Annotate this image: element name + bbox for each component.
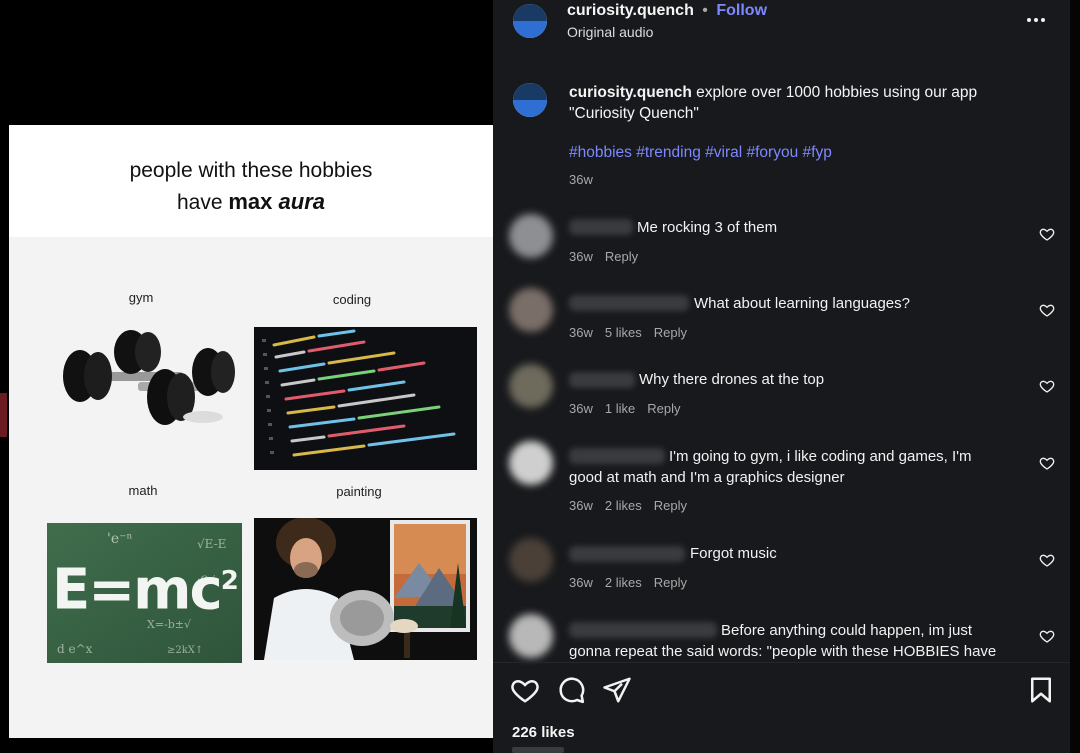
caption-time: 36w — [569, 172, 593, 187]
comment-likes[interactable]: 5 likes — [605, 325, 642, 340]
author-avatar[interactable] — [513, 4, 547, 38]
reply-button[interactable]: Reply — [654, 575, 687, 590]
share-icon[interactable] — [602, 675, 632, 705]
comment-text-cont: gonna repeat the said words: "people wit… — [569, 643, 997, 660]
side-tab — [0, 393, 7, 437]
comment-likes[interactable]: 2 likes — [605, 498, 642, 513]
post-image: people with these hobbies have max aura … — [9, 125, 493, 738]
divider — [493, 662, 1070, 663]
hobby-label-painting: painting — [336, 484, 382, 499]
caption-username[interactable]: curiosity.quench — [569, 84, 692, 101]
commenter-name[interactable] — [569, 372, 635, 388]
commenter-avatar[interactable] — [509, 538, 553, 582]
caption-avatar[interactable] — [513, 83, 547, 117]
comment-text: Why there drones at the top — [639, 371, 825, 388]
comment-like-icon[interactable] — [1039, 302, 1055, 318]
commenter-avatar[interactable] — [509, 214, 553, 258]
svg-text:≥2kX↑: ≥2kX↑ — [167, 645, 203, 656]
commenter-avatar[interactable] — [509, 614, 553, 658]
post-date-partial — [512, 747, 564, 753]
comment-time: 36w — [569, 575, 593, 590]
comment-like-icon[interactable] — [1039, 552, 1055, 568]
window-edge — [1070, 0, 1080, 753]
original-audio-link[interactable]: Original audio — [567, 24, 653, 40]
math-formula: E=mc — [52, 557, 223, 623]
comment-time: 36w — [569, 249, 593, 264]
hobby-label-coding: coding — [332, 292, 372, 307]
caption-hashtags[interactable]: #hobbies #trending #viral #foryou #fyp — [569, 144, 832, 162]
author-username[interactable]: curiosity.quench — [567, 2, 694, 19]
headline-have: have — [176, 191, 229, 214]
comment-time: 36w — [569, 325, 593, 340]
reply-button[interactable]: Reply — [654, 325, 687, 340]
headline-aura: aura — [278, 189, 325, 214]
comment-like-icon[interactable] — [1039, 455, 1055, 471]
hobby-label-math: math — [128, 483, 158, 498]
comment-likes[interactable]: 1 like — [605, 401, 635, 416]
code-screen-image — [254, 327, 477, 470]
comment-likes[interactable]: 2 likes — [605, 575, 642, 590]
reply-button[interactable]: Reply — [647, 401, 680, 416]
svg-text:d e^x: d e^x — [57, 642, 93, 656]
post-header-area: people with these hobbies have max aura — [9, 125, 493, 237]
hobby-label-gym: gym — [128, 290, 154, 305]
dumbbell-image — [53, 327, 243, 457]
likes-count[interactable]: 226 likes — [512, 724, 575, 741]
comment-like-icon[interactable] — [1039, 628, 1055, 644]
comment-text: Forgot music — [690, 545, 777, 562]
commenter-name[interactable] — [569, 295, 689, 311]
chalkboard-image: 'e⁻ⁿ √E-E :Ω√ d e^x X=-b±√ ≥2kX↑ E=mc2 — [47, 523, 242, 663]
commenter-avatar[interactable] — [509, 364, 553, 408]
painter-image — [254, 518, 477, 660]
commenter-avatar[interactable] — [509, 441, 553, 485]
math-exponent: 2 — [220, 566, 239, 596]
comment-icon[interactable] — [556, 675, 586, 705]
headline-line1: people with these hobbies — [129, 159, 373, 182]
caption-text: curiosity.quench explore over 1000 hobbi… — [569, 82, 1009, 124]
bookmark-icon[interactable] — [1026, 675, 1056, 705]
svg-text:√E-E: √E-E — [197, 537, 226, 551]
post-headline: people with these hobbies have max aura — [9, 155, 493, 218]
reply-button[interactable]: Reply — [654, 498, 687, 513]
commenter-name[interactable] — [569, 546, 685, 562]
post-media[interactable]: people with these hobbies have max aura … — [0, 0, 493, 753]
comment-text: I'm going to gym, i like coding and game… — [669, 448, 972, 465]
comment-text: Me rocking 3 of them — [637, 219, 778, 236]
follow-button[interactable]: Follow — [716, 2, 767, 19]
commenter-name[interactable] — [569, 448, 665, 464]
comment-like-icon[interactable] — [1039, 378, 1055, 394]
comment-time: 36w — [569, 498, 593, 513]
hobby-grid: gym coding math painting 'e⁻ⁿ √E-E:Ω√ d… — [9, 237, 493, 738]
comment-text: Before anything could happen, im just — [721, 622, 972, 639]
reply-button[interactable]: Reply — [605, 249, 638, 264]
post-sidebar: curiosity.quench • Follow Original audio… — [493, 0, 1070, 753]
comment-like-icon[interactable] — [1039, 226, 1055, 242]
commenter-avatar[interactable] — [509, 288, 553, 332]
heart-icon[interactable] — [510, 675, 540, 705]
commenter-name[interactable] — [569, 622, 717, 638]
comment-time: 36w — [569, 401, 593, 416]
more-icon[interactable] — [1025, 12, 1047, 33]
headline-max: max — [228, 189, 279, 214]
comment-text: What about learning languages? — [694, 295, 910, 312]
comment-text-cont: good at math and I'm a graphics designer — [569, 469, 845, 486]
svg-text:'e⁻ⁿ: 'e⁻ⁿ — [107, 531, 133, 547]
header-dot: • — [702, 2, 708, 19]
commenter-name[interactable] — [569, 219, 633, 235]
